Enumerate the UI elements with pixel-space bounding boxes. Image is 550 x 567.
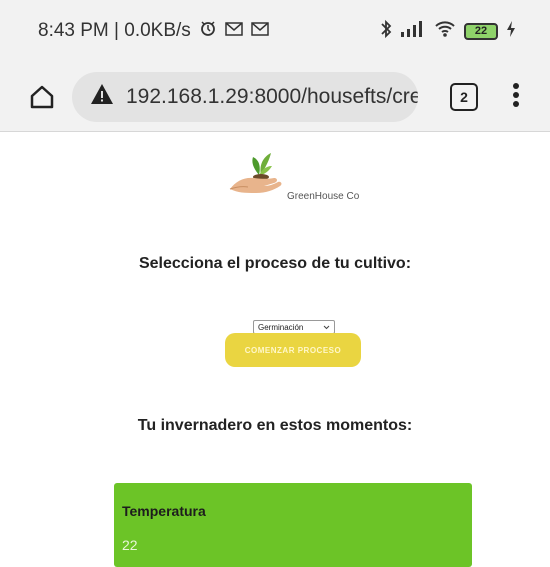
status-left: 8:43 PM | 0.0KB/s [38, 19, 269, 43]
browser-toolbar: 192.168.1.29:8000/housefts/create 2 [0, 62, 550, 132]
temperature-value: 22 [122, 537, 138, 553]
more-menu-button[interactable] [512, 82, 520, 112]
status-time: 8:43 PM | 0.0KB/s [38, 20, 191, 41]
home-icon [30, 85, 54, 108]
web-page: GreenHouse Co Selecciona el proceso de t… [0, 133, 550, 567]
process-heading: Selecciona el proceso de tu cultivo: [138, 255, 412, 272]
url-text: 192.168.1.29:8000/housefts/create [126, 84, 418, 108]
start-process-button[interactable]: COMENZAR PROCESO [225, 333, 361, 367]
status-heading: Tu invernadero en estos momentos: [137, 417, 413, 434]
signal-icon [400, 20, 426, 43]
mail-icon [225, 20, 243, 42]
process-select-value: Germinación [258, 322, 304, 332]
plant-hand-logo [225, 143, 295, 203]
alarm-icon [199, 19, 217, 43]
status-right: 22 [380, 19, 516, 44]
process-select[interactable]: Germinación [253, 320, 335, 334]
temperature-label: Temperatura [122, 503, 206, 519]
battery-icon: 22 [464, 22, 498, 40]
brand-name: GreenHouse Co [287, 191, 360, 202]
temperature-card: Temperatura 22 [114, 483, 472, 567]
charging-icon [506, 20, 516, 43]
chevron-down-icon [323, 323, 330, 332]
mail-icon [251, 20, 269, 42]
bluetooth-icon [380, 19, 392, 44]
home-button[interactable] [12, 62, 72, 132]
tab-switcher-button[interactable]: 2 [450, 82, 478, 111]
url-bar[interactable]: 192.168.1.29:8000/housefts/create [72, 71, 418, 122]
more-vert-icon [513, 82, 519, 107]
wifi-icon [434, 20, 456, 43]
status-bar: 8:43 PM | 0.0KB/s 22 [0, 0, 550, 62]
warning-icon [90, 83, 114, 110]
